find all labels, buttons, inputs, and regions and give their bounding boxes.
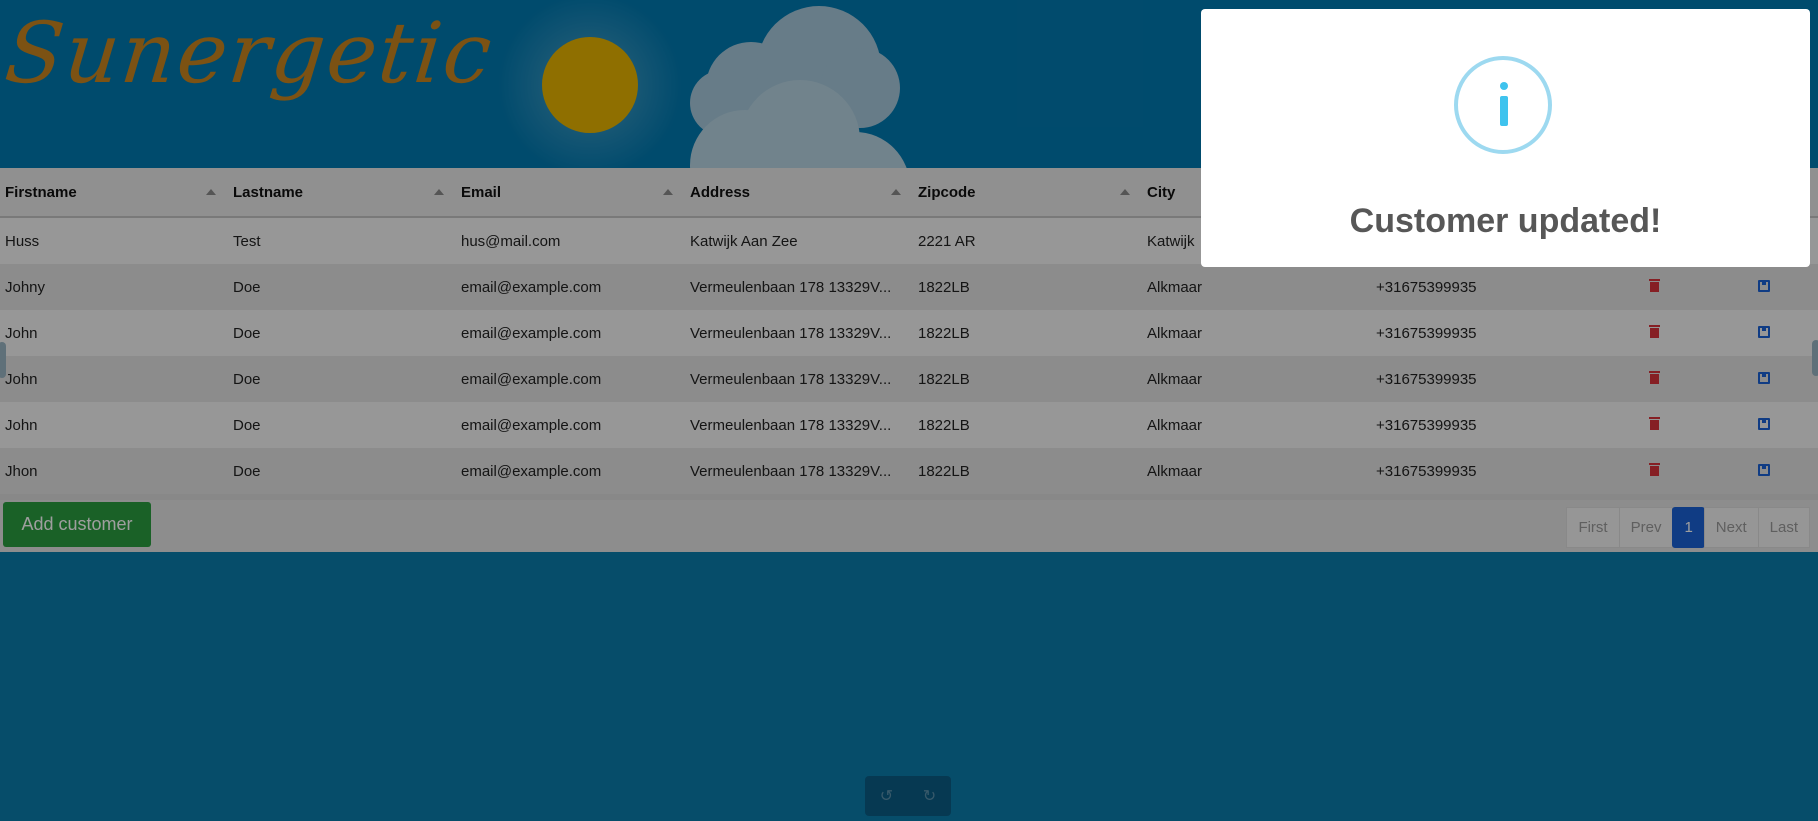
cell-address[interactable]: Vermeulenbaan 178 13329V... <box>685 356 913 402</box>
left-scroll-handle[interactable] <box>0 342 6 378</box>
delete-button[interactable] <box>1599 356 1709 402</box>
save-icon[interactable] <box>1757 279 1770 292</box>
sort-asc-icon[interactable] <box>206 189 216 195</box>
cell-firstname[interactable]: John <box>0 356 228 402</box>
sort-asc-icon[interactable] <box>663 189 673 195</box>
save-button[interactable] <box>1709 448 1818 494</box>
cell-firstname[interactable]: John <box>0 310 228 356</box>
cell-email[interactable]: email@example.com <box>456 264 685 310</box>
cell-firstname[interactable]: Jhon <box>0 448 228 494</box>
cell-firstname[interactable]: John <box>0 402 228 448</box>
trash-icon[interactable] <box>1648 324 1660 338</box>
right-scroll-handle[interactable] <box>1812 340 1818 376</box>
pagination-page-1[interactable]: 1 <box>1672 507 1705 548</box>
cell-email[interactable]: email@example.com <box>456 448 685 494</box>
cell-address[interactable]: Vermeulenbaan 178 13329V... <box>685 448 913 494</box>
delete-button[interactable] <box>1599 264 1709 310</box>
cell-phone[interactable]: +31675399935 <box>1371 264 1599 310</box>
trash-icon[interactable] <box>1648 416 1660 430</box>
cell-zipcode[interactable]: 1822LB <box>913 310 1142 356</box>
cell-zipcode[interactable]: 1822LB <box>913 448 1142 494</box>
sort-asc-icon[interactable] <box>1120 189 1130 195</box>
save-button[interactable] <box>1709 264 1818 310</box>
pagination-first[interactable]: First <box>1566 507 1620 548</box>
cell-email[interactable]: hus@mail.com <box>456 217 685 264</box>
delete-button[interactable] <box>1599 448 1709 494</box>
delete-button[interactable] <box>1599 310 1709 356</box>
info-icon <box>1454 56 1552 154</box>
table-footer <box>0 500 1818 552</box>
table-row: Jhon Doe email@example.com Vermeulenbaan… <box>0 448 1818 494</box>
table-row: John Doe email@example.com Vermeulenbaan… <box>0 356 1818 402</box>
sort-asc-icon[interactable] <box>434 189 444 195</box>
cell-lastname[interactable]: Doe <box>228 264 456 310</box>
modal-title: Customer updated! <box>1349 202 1662 240</box>
cell-city[interactable]: Alkmaar <box>1142 310 1371 356</box>
trash-icon[interactable] <box>1648 278 1660 292</box>
cell-email[interactable]: email@example.com <box>456 402 685 448</box>
cell-address[interactable]: Katwijk Aan Zee <box>685 217 913 264</box>
cell-address[interactable]: Vermeulenbaan 178 13329V... <box>685 264 913 310</box>
cell-lastname[interactable]: Doe <box>228 356 456 402</box>
pagination: First Prev 1 Next Last <box>1566 507 1810 548</box>
save-button[interactable] <box>1709 402 1818 448</box>
cell-address[interactable]: Vermeulenbaan 178 13329V... <box>685 310 913 356</box>
column-header-address[interactable]: Address <box>685 168 913 218</box>
save-icon[interactable] <box>1757 325 1770 338</box>
cell-city[interactable]: Alkmaar <box>1142 448 1371 494</box>
column-header-firstname[interactable]: Firstname <box>0 168 228 218</box>
sort-asc-icon[interactable] <box>891 189 901 195</box>
trash-icon[interactable] <box>1648 370 1660 384</box>
history-toolbar: ↺ ↻ <box>865 776 951 816</box>
column-header-zipcode[interactable]: Zipcode <box>913 168 1142 218</box>
save-icon[interactable] <box>1757 463 1770 476</box>
table-row: John Doe email@example.com Vermeulenbaan… <box>0 402 1818 448</box>
cell-firstname[interactable]: Huss <box>0 217 228 264</box>
cell-firstname[interactable]: Johny <box>0 264 228 310</box>
cell-phone[interactable]: +31675399935 <box>1371 448 1599 494</box>
notification-modal: Customer updated! <box>1201 9 1810 267</box>
add-customer-button[interactable]: Add customer <box>3 502 151 547</box>
cell-lastname[interactable]: Doe <box>228 310 456 356</box>
column-header-email[interactable]: Email <box>456 168 685 218</box>
cell-phone[interactable]: +31675399935 <box>1371 402 1599 448</box>
column-header-lastname[interactable]: Lastname <box>228 168 456 218</box>
table-row: John Doe email@example.com Vermeulenbaan… <box>0 310 1818 356</box>
cell-zipcode[interactable]: 1822LB <box>913 356 1142 402</box>
cell-email[interactable]: email@example.com <box>456 356 685 402</box>
save-icon[interactable] <box>1757 417 1770 430</box>
cell-zipcode[interactable]: 1822LB <box>913 264 1142 310</box>
cell-city[interactable]: Alkmaar <box>1142 402 1371 448</box>
cell-phone[interactable]: +31675399935 <box>1371 356 1599 402</box>
cell-zipcode[interactable]: 2221 AR <box>913 217 1142 264</box>
undo-icon[interactable]: ↺ <box>880 786 893 806</box>
logo[interactable]: Sunergetic <box>1 4 498 102</box>
table-row: Johny Doe email@example.com Vermeulenbaa… <box>0 264 1818 310</box>
cell-lastname[interactable]: Doe <box>228 402 456 448</box>
pagination-next[interactable]: Next <box>1703 507 1759 548</box>
delete-button[interactable] <box>1599 402 1709 448</box>
pagination-last[interactable]: Last <box>1757 507 1810 548</box>
cell-zipcode[interactable]: 1822LB <box>913 402 1142 448</box>
sun-icon <box>542 37 638 133</box>
cell-lastname[interactable]: Doe <box>228 448 456 494</box>
save-button[interactable] <box>1709 356 1818 402</box>
cell-city[interactable]: Alkmaar <box>1142 264 1371 310</box>
cell-email[interactable]: email@example.com <box>456 310 685 356</box>
save-button[interactable] <box>1709 310 1818 356</box>
save-icon[interactable] <box>1757 371 1770 384</box>
cell-address[interactable]: Vermeulenbaan 178 13329V... <box>685 402 913 448</box>
trash-icon[interactable] <box>1648 462 1660 476</box>
cell-city[interactable]: Alkmaar <box>1142 356 1371 402</box>
pagination-prev[interactable]: Prev <box>1618 507 1674 548</box>
cell-lastname[interactable]: Test <box>228 217 456 264</box>
redo-icon[interactable]: ↻ <box>923 786 936 806</box>
cell-phone[interactable]: +31675399935 <box>1371 310 1599 356</box>
